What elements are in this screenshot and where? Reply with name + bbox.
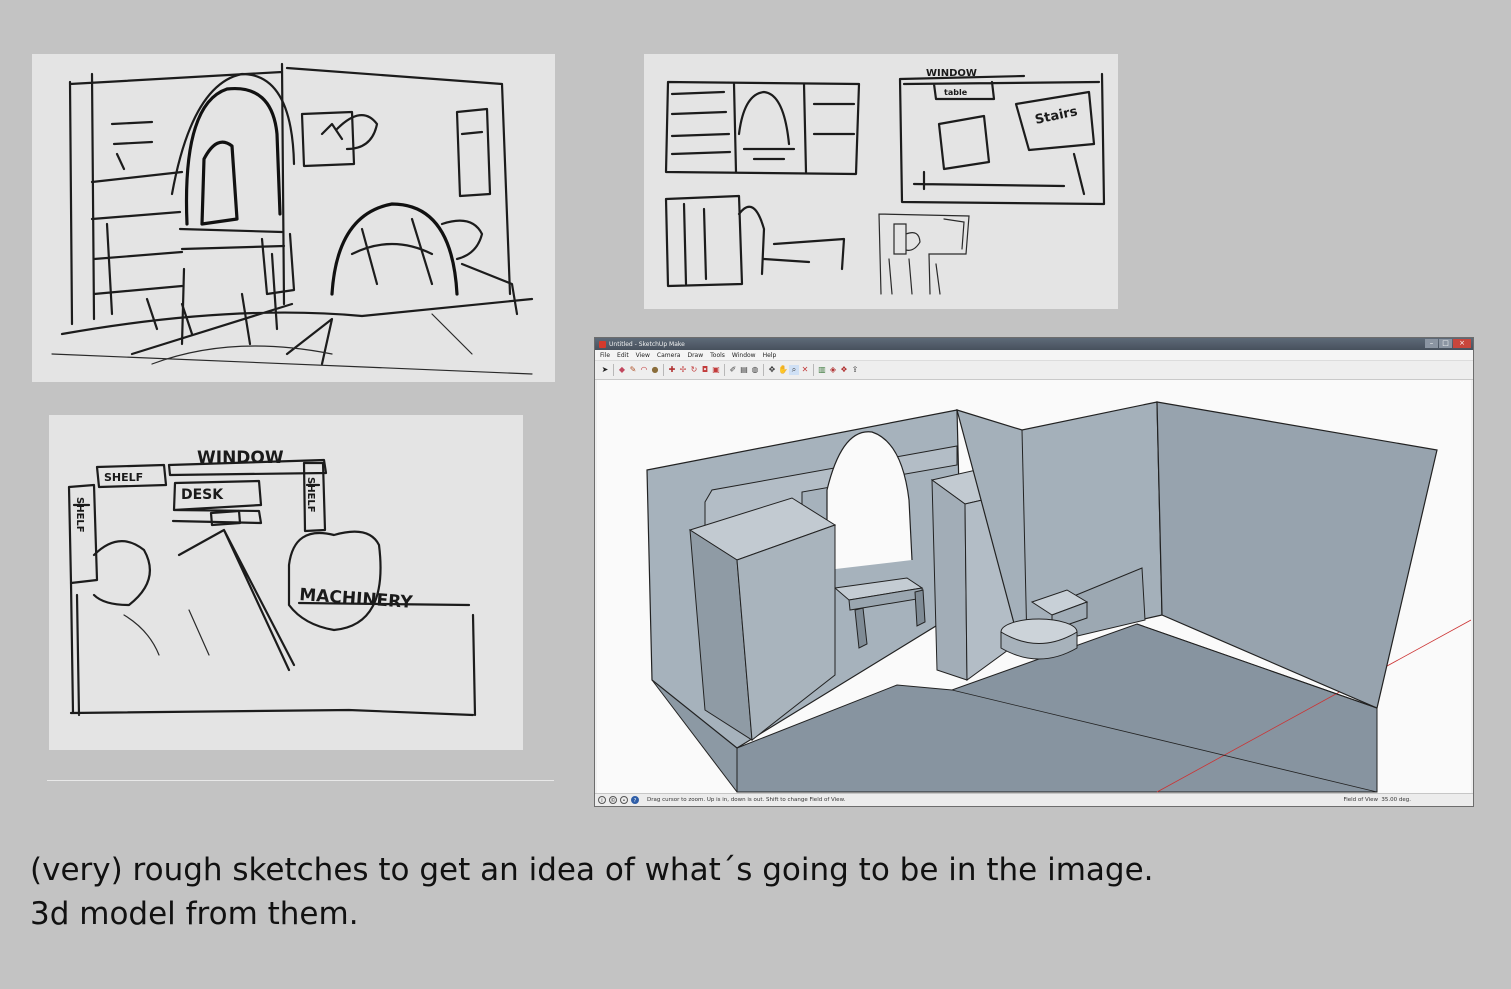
pencil-icon[interactable]: ✎ bbox=[628, 365, 638, 375]
zoom-icon[interactable]: ⌕ bbox=[789, 365, 799, 375]
user-icon[interactable]: • bbox=[620, 796, 628, 804]
menu-edit[interactable]: Edit bbox=[617, 352, 629, 359]
status-hint: Drag cursor to zoom. Up is in, down is o… bbox=[647, 797, 846, 803]
menu-view[interactable]: View bbox=[636, 352, 650, 359]
window-titlebar[interactable]: Untitled - SketchUp Make – □ × bbox=[595, 338, 1473, 350]
label-stairs: Stairs bbox=[1034, 104, 1079, 128]
label-machinery: MACHINERY bbox=[299, 585, 414, 613]
push-pull-icon[interactable]: ✚ bbox=[667, 365, 677, 375]
tape-measure-icon[interactable]: ✐ bbox=[728, 365, 738, 375]
caption-line-2: 3d model from them. bbox=[30, 896, 359, 932]
room-sketch-drawing bbox=[51, 62, 534, 375]
menu-window[interactable]: Window bbox=[732, 352, 756, 359]
credits-icon[interactable]: © bbox=[609, 796, 617, 804]
menu-bar: File Edit View Camera Draw Tools Window … bbox=[595, 350, 1473, 361]
room-perspective-sketch bbox=[32, 54, 555, 382]
maximize-icon[interactable]: □ bbox=[1439, 339, 1452, 348]
window-controls: – □ × bbox=[1425, 339, 1471, 348]
caption-line-1: (very) rough sketches to get an idea of … bbox=[30, 852, 1154, 888]
toolbar-separator bbox=[613, 364, 614, 376]
label-desk: DESK bbox=[181, 487, 224, 503]
shape-icon[interactable]: ● bbox=[650, 365, 660, 375]
tool-bar: ➤ ◆ ✎ ◠ ● ✚ ✢ ↻ ◘ ▣ ✐ ▤ ◍ ✥ ✋ ⌕ ✕ ▥ ◈ ❖ … bbox=[595, 361, 1473, 380]
zoom-extents-icon[interactable]: ✕ bbox=[800, 365, 810, 375]
arc-icon[interactable]: ◠ bbox=[639, 365, 649, 375]
pan-icon[interactable]: ✋ bbox=[778, 365, 788, 375]
status-bar: i © • ? Drag cursor to zoom. Up is in, d… bbox=[595, 793, 1473, 806]
toolbar-separator bbox=[724, 364, 725, 376]
menu-file[interactable]: File bbox=[600, 352, 610, 359]
warehouse-icon[interactable]: ▥ bbox=[817, 365, 827, 375]
thumbnail-drawing: WINDOW table Stairs bbox=[664, 68, 1106, 295]
caption: (very) rough sketches to get an idea of … bbox=[30, 848, 1480, 936]
rotate-icon[interactable]: ↻ bbox=[689, 365, 699, 375]
menu-tools[interactable]: Tools bbox=[710, 352, 725, 359]
label-shelf-left: SHELF bbox=[74, 497, 85, 533]
label-table: table bbox=[944, 88, 968, 97]
paint-bucket-icon[interactable]: ◍ bbox=[750, 365, 760, 375]
sketchup-app-icon bbox=[599, 340, 606, 348]
menu-camera[interactable]: Camera bbox=[657, 352, 681, 359]
eraser-icon[interactable]: ◆ bbox=[617, 365, 627, 375]
thumbnail-sketches: WINDOW table Stairs bbox=[644, 54, 1118, 309]
menu-help[interactable]: Help bbox=[763, 352, 777, 359]
move-icon[interactable]: ✢ bbox=[678, 365, 688, 375]
geo-location-icon[interactable]: i bbox=[598, 796, 606, 804]
scale-icon[interactable]: ▣ bbox=[711, 365, 721, 375]
slide: WINDOW table Stairs WINDOW SHELF DESK SH… bbox=[0, 0, 1511, 989]
toolbar-separator bbox=[763, 364, 764, 376]
text-icon[interactable]: ▤ bbox=[739, 365, 749, 375]
label-window-small: WINDOW bbox=[926, 68, 977, 79]
minimize-icon[interactable]: – bbox=[1425, 339, 1438, 348]
window-title: Untitled - SketchUp Make bbox=[609, 340, 685, 348]
measurement-value[interactable]: 35.00 deg. bbox=[1381, 797, 1411, 803]
floorplan-drawing: WINDOW SHELF DESK SHELF SHELF MACHINERY bbox=[67, 448, 477, 717]
components-icon[interactable]: ◈ bbox=[828, 365, 838, 375]
model-viewport[interactable] bbox=[597, 380, 1471, 794]
divider-line bbox=[47, 780, 554, 781]
toolbar-separator bbox=[663, 364, 664, 376]
toolbar-separator bbox=[813, 364, 814, 376]
floorplan-sketch: WINDOW SHELF DESK SHELF SHELF MACHINERY bbox=[49, 415, 523, 750]
select-arrow-icon[interactable]: ➤ bbox=[600, 365, 610, 375]
room-3d-model bbox=[646, 401, 1471, 793]
measurement-label: Field of View bbox=[1343, 797, 1378, 803]
menu-draw[interactable]: Draw bbox=[687, 352, 703, 359]
share-model-icon[interactable]: ⇪ bbox=[850, 365, 860, 375]
orbit-icon[interactable]: ✥ bbox=[767, 365, 777, 375]
sketchup-window[interactable]: Untitled - SketchUp Make – □ × File Edit… bbox=[594, 337, 1474, 807]
close-icon[interactable]: × bbox=[1453, 339, 1471, 348]
extensions-icon[interactable]: ❖ bbox=[839, 365, 849, 375]
label-shelf-right: SHELF bbox=[305, 477, 316, 513]
label-shelf-top: SHELF bbox=[104, 471, 143, 484]
help-icon[interactable]: ? bbox=[631, 796, 639, 804]
label-window: WINDOW bbox=[197, 448, 284, 468]
offset-icon[interactable]: ◘ bbox=[700, 365, 710, 375]
